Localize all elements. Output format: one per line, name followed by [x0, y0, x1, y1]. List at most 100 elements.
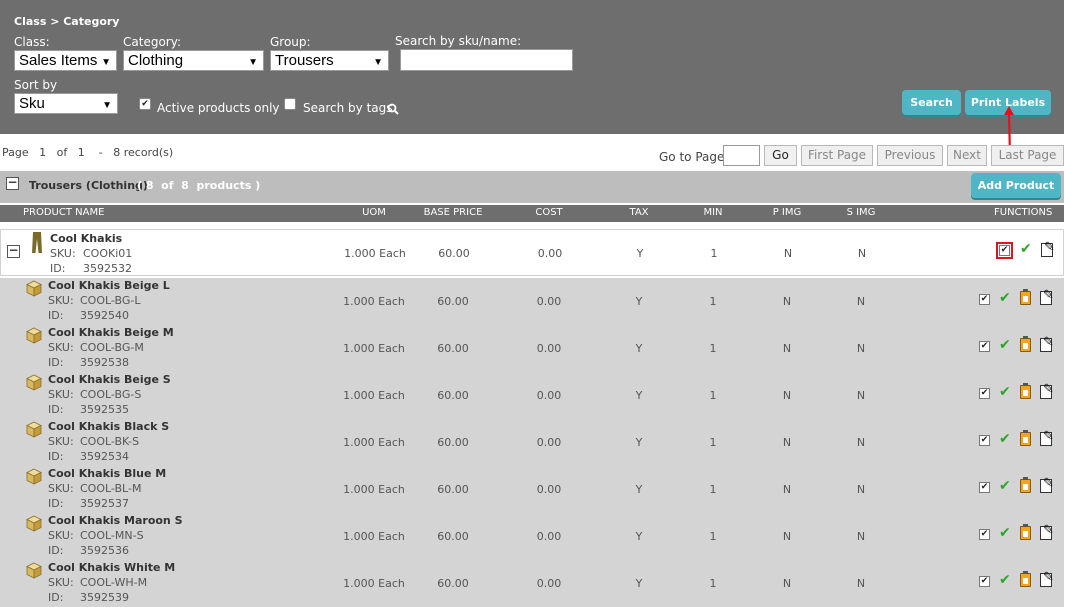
group-count: ( 8 of 8 products )	[137, 179, 261, 192]
edit-icon[interactable]	[1040, 335, 1054, 352]
select-checkbox[interactable]: ✔	[979, 388, 990, 399]
variant-name[interactable]: Cool Khakis Blue M	[48, 467, 166, 480]
col-product-name[interactable]: PRODUCT NAME	[23, 207, 104, 218]
product-name[interactable]: Cool Khakis	[50, 232, 122, 245]
category-select[interactable]: Clothing ▼	[123, 50, 264, 71]
class-select[interactable]: Sales Items ▼	[14, 50, 117, 71]
select-checkbox[interactable]: ✔	[979, 341, 990, 352]
clipboard-icon[interactable]	[1020, 524, 1031, 540]
col-min[interactable]: MIN	[703, 207, 722, 218]
select-checkbox[interactable]: ✔	[979, 294, 990, 305]
class-select-value: Sales Items	[19, 52, 98, 69]
goto-page-label: Go to Page	[659, 150, 725, 164]
collapse-group-icon[interactable]: −	[6, 176, 19, 190]
variant-name[interactable]: Cool Khakis Black S	[48, 420, 169, 433]
last-page-button[interactable]: Last Page	[991, 145, 1064, 166]
group-select[interactable]: Trousers ▼	[270, 50, 389, 71]
cell-s-img: N	[856, 483, 866, 496]
next-page-button[interactable]: Next	[947, 145, 987, 166]
clipboard-icon[interactable]	[1020, 571, 1031, 587]
check-icon[interactable]: ✔	[999, 337, 1011, 353]
box-icon	[26, 468, 42, 485]
check-icon[interactable]: ✔	[999, 431, 1011, 447]
variant-sku: COOL-BL-M	[80, 482, 142, 495]
box-icon	[26, 374, 42, 391]
group-bar: − Trousers (Clothing) ( 8 of 8 products …	[0, 171, 1064, 203]
variant-sku: COOL-BK-S	[80, 435, 140, 448]
go-button[interactable]: Go	[764, 145, 797, 166]
first-page-button[interactable]: First Page	[801, 145, 873, 166]
variant-sku: COOL-BG-L	[80, 294, 141, 307]
variant-name[interactable]: Cool Khakis White M	[48, 561, 175, 574]
cell-uom: 1.000 Each	[343, 530, 405, 543]
box-icon	[26, 562, 42, 579]
edit-icon[interactable]	[1040, 288, 1054, 305]
col-p-img[interactable]: P IMG	[773, 207, 802, 218]
variant-id: 3592537	[80, 497, 129, 510]
variant-name[interactable]: Cool Khakis Beige L	[48, 279, 170, 292]
col-uom[interactable]: UOM	[362, 207, 386, 218]
previous-page-button[interactable]: Previous	[877, 145, 943, 166]
variant-name[interactable]: Cool Khakis Beige M	[48, 326, 174, 339]
select-checkbox[interactable]: ✔	[979, 529, 990, 540]
table-row-parent: − Cool Khakis SKU: COOKi01 ID: 3592532 1…	[0, 229, 1064, 276]
search-tags-checkbox[interactable]	[284, 98, 296, 110]
add-product-button[interactable]: Add Product	[971, 173, 1061, 198]
cell-base-price: 60.00	[437, 295, 469, 308]
clipboard-icon[interactable]	[1020, 336, 1031, 352]
edit-icon[interactable]	[1040, 429, 1054, 446]
search-input[interactable]	[400, 49, 573, 71]
active-only-checkbox[interactable]: ✔	[139, 98, 151, 110]
clipboard-icon[interactable]	[1020, 477, 1031, 493]
cell-cost: 0.00	[536, 483, 562, 496]
breadcrumb: Class > Category	[14, 15, 120, 28]
cell-cost: 0.00	[536, 577, 562, 590]
collapse-product-icon[interactable]: −	[7, 244, 20, 258]
check-icon[interactable]: ✔	[999, 290, 1011, 306]
col-tax[interactable]: TAX	[629, 207, 648, 218]
check-icon[interactable]: ✔	[999, 478, 1011, 494]
check-icon[interactable]: ✔	[999, 572, 1011, 588]
check-icon[interactable]: ✔	[1020, 241, 1032, 257]
cell-min: 1	[709, 530, 717, 543]
cell-min: 1	[709, 577, 717, 590]
clipboard-icon[interactable]	[1020, 383, 1031, 399]
cell-min: 1	[709, 436, 717, 449]
select-checkbox[interactable]: ✔	[979, 482, 990, 493]
variant-sku-label: SKU:	[48, 435, 74, 448]
col-cost[interactable]: COST	[535, 207, 562, 218]
select-checkbox[interactable]: ✔	[996, 242, 1013, 259]
cell-s-img: N	[856, 389, 866, 402]
check-icon[interactable]: ✔	[999, 525, 1011, 541]
check-icon[interactable]: ✔	[999, 384, 1011, 400]
product-sku-label: SKU:	[50, 247, 76, 260]
edit-icon[interactable]	[1040, 382, 1054, 399]
edit-icon[interactable]	[1040, 476, 1054, 493]
edit-icon[interactable]	[1040, 523, 1054, 540]
variant-sku-label: SKU:	[48, 341, 74, 354]
dropdown-arrow-icon: ▼	[248, 57, 258, 68]
goto-page-input[interactable]	[723, 145, 760, 166]
table-row: Cool Khakis Maroon S SKU: COOL-MN-S ID: 3592…	[0, 513, 1064, 560]
category-label: Category:	[123, 35, 181, 49]
cell-cost: 0.00	[536, 530, 562, 543]
col-s-img[interactable]: S IMG	[847, 207, 876, 218]
search-button[interactable]: Search	[902, 90, 961, 115]
col-base-price[interactable]: BASE PRICE	[424, 207, 483, 218]
table-row: Cool Khakis White M SKU: COOL-WH-M ID: 35925…	[0, 560, 1064, 607]
select-checkbox[interactable]: ✔	[979, 576, 990, 587]
group-title: Trousers (Clothing)	[29, 179, 148, 192]
cell-tax: Y	[635, 342, 643, 355]
variant-name[interactable]: Cool Khakis Beige S	[48, 373, 171, 386]
variant-id-label: ID:	[48, 450, 64, 463]
current-page: 1	[39, 146, 47, 159]
edit-icon[interactable]	[1040, 570, 1054, 587]
sort-select[interactable]: Sku ▼	[14, 93, 118, 114]
select-checkbox[interactable]: ✔	[979, 435, 990, 446]
edit-icon[interactable]	[1041, 240, 1055, 257]
clipboard-icon[interactable]	[1020, 430, 1031, 446]
search-icon[interactable]	[387, 103, 399, 115]
variant-name[interactable]: Cool Khakis Maroon S	[48, 514, 183, 527]
clipboard-icon[interactable]	[1020, 289, 1031, 305]
cell-base-price: 60.00	[437, 577, 469, 590]
